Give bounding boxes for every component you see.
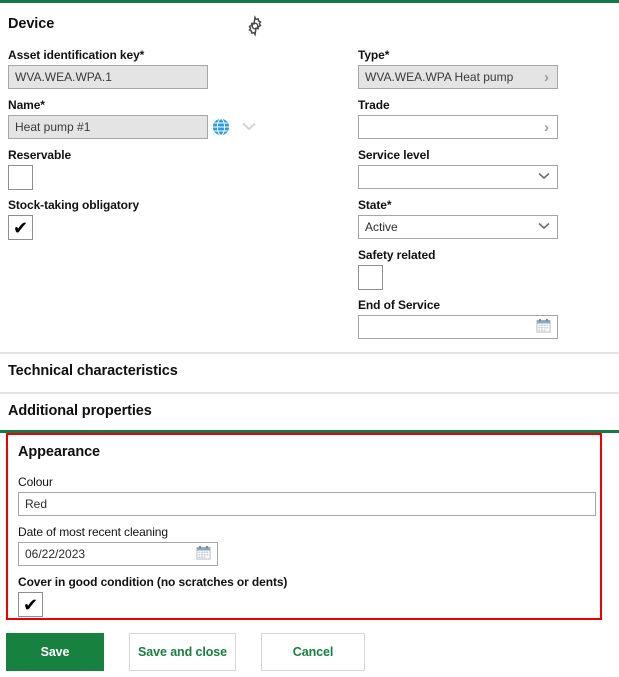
field-cover-condition: Cover in good condition (no scratches or… bbox=[18, 575, 287, 617]
field-safety-related: Safety related bbox=[358, 248, 435, 290]
chevron-right-icon: › bbox=[544, 68, 549, 86]
save-and-close-button[interactable]: Save and close bbox=[129, 633, 236, 671]
divider-technical bbox=[0, 352, 619, 354]
name-label: Name* bbox=[8, 98, 45, 112]
trade-input[interactable]: › bbox=[358, 115, 558, 139]
field-service-level: Service level bbox=[358, 148, 558, 189]
technical-characteristics-title[interactable]: Technical characteristics bbox=[8, 363, 178, 379]
field-asset-identification-key: Asset identification key* WVA.WEA.WPA.1 bbox=[8, 48, 208, 89]
field-name: Name* Heat pump #1 bbox=[8, 98, 208, 139]
field-colour: Colour Red bbox=[18, 475, 596, 516]
name-input[interactable]: Heat pump #1 bbox=[8, 115, 208, 139]
globe-icon[interactable] bbox=[212, 118, 230, 136]
colour-value: Red bbox=[25, 497, 48, 511]
chevron-down-icon[interactable] bbox=[240, 120, 258, 135]
cover-condition-checkbox[interactable]: ✔ bbox=[18, 592, 43, 617]
required-marker: * bbox=[386, 198, 392, 212]
chevron-down-icon bbox=[537, 170, 551, 184]
chevron-down-icon bbox=[537, 220, 551, 234]
safety-related-label: Safety related bbox=[358, 248, 436, 262]
state-value: Active bbox=[365, 220, 398, 234]
cancel-button[interactable]: Cancel bbox=[261, 633, 365, 671]
safety-related-checkbox[interactable] bbox=[358, 265, 383, 290]
cover-condition-label: Cover in good condition (no scratches or… bbox=[18, 575, 288, 589]
divider-additional bbox=[0, 392, 619, 394]
field-type: Type* WVA.WEA.WPA Heat pump › bbox=[358, 48, 558, 89]
calendar-icon[interactable] bbox=[196, 545, 211, 563]
type-label: Type* bbox=[358, 48, 390, 62]
device-section-title: Device bbox=[8, 16, 55, 32]
required-marker: * bbox=[384, 48, 390, 62]
additional-properties-title[interactable]: Additional properties bbox=[8, 403, 152, 419]
reservable-checkbox[interactable] bbox=[8, 165, 33, 190]
stock-taking-label: Stock-taking obligatory bbox=[8, 198, 140, 212]
action-button-bar: Save Save and close Cancel bbox=[6, 633, 365, 671]
gear-icon[interactable] bbox=[244, 15, 266, 37]
asset-key-value: WVA.WEA.WPA.1 bbox=[15, 70, 112, 84]
cleaning-date-value: 06/22/2023 bbox=[25, 547, 86, 561]
service-level-label: Service level bbox=[358, 148, 430, 162]
appearance-panel: Appearance Colour Red Date of most recen… bbox=[6, 433, 602, 620]
stock-taking-checkbox[interactable]: ✔ bbox=[8, 215, 33, 240]
trade-label: Trade bbox=[358, 98, 390, 112]
service-level-select[interactable] bbox=[358, 165, 558, 189]
field-trade: Trade › bbox=[358, 98, 558, 139]
colour-label: Colour bbox=[18, 475, 53, 489]
type-input[interactable]: WVA.WEA.WPA Heat pump › bbox=[358, 65, 558, 89]
required-marker: * bbox=[40, 98, 45, 112]
field-reservable: Reservable bbox=[8, 148, 71, 190]
name-value: Heat pump #1 bbox=[15, 120, 91, 134]
state-select[interactable]: Active bbox=[358, 215, 558, 239]
state-label: State* bbox=[358, 198, 392, 212]
cleaning-date-input[interactable]: 06/22/2023 bbox=[18, 542, 218, 566]
cleaning-date-label: Date of most recent cleaning bbox=[18, 525, 168, 539]
end-of-service-label: End of Service bbox=[358, 298, 440, 312]
type-value: WVA.WEA.WPA Heat pump bbox=[365, 70, 514, 84]
field-stock-taking-obligatory: Stock-taking obligatory ✔ bbox=[8, 198, 139, 240]
asset-key-input[interactable]: WVA.WEA.WPA.1 bbox=[8, 65, 208, 89]
chevron-right-icon: › bbox=[544, 118, 549, 136]
field-state: State* Active bbox=[358, 198, 558, 239]
reservable-label: Reservable bbox=[8, 148, 72, 162]
end-of-service-input[interactable] bbox=[358, 315, 558, 339]
asset-key-label: Asset identification key* bbox=[8, 48, 145, 62]
field-end-of-service: End of Service bbox=[358, 298, 558, 339]
save-button[interactable]: Save bbox=[6, 633, 104, 671]
required-marker: * bbox=[139, 48, 145, 62]
colour-input[interactable]: Red bbox=[18, 492, 596, 516]
field-cleaning-date: Date of most recent cleaning 06/22/2023 bbox=[18, 525, 218, 566]
appearance-section-title: Appearance bbox=[18, 444, 101, 460]
top-green-bar bbox=[0, 0, 619, 3]
calendar-icon[interactable] bbox=[536, 318, 551, 336]
